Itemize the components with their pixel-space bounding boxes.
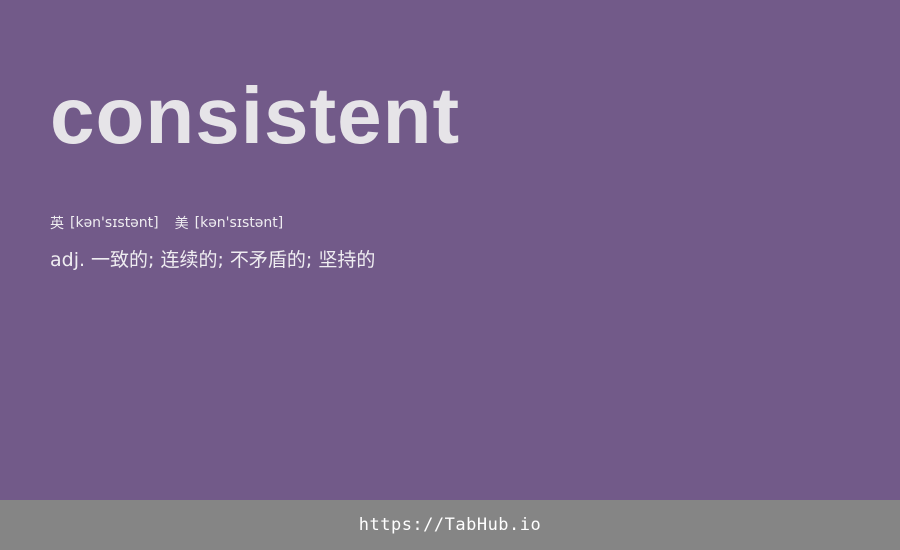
pronunciation-uk-ipa: [kən'sɪstənt] <box>70 215 159 231</box>
footer-bar: https://TabHub.io <box>0 500 900 550</box>
pronunciation-us-region: 美 <box>174 216 189 232</box>
part-of-speech: adj. <box>50 249 86 271</box>
pronunciation-uk-region: 英 <box>50 216 64 232</box>
definition-meanings: 一致的; 连续的; 不矛盾的; 坚持的 <box>91 249 376 271</box>
word-card: consistent 英 [kən'sɪstənt] 美 [kən'sɪstən… <box>0 0 900 500</box>
definition: adj. 一致的; 连续的; 不矛盾的; 坚持的 <box>50 246 375 274</box>
pronunciation-uk: 英 [kən'sɪstənt] <box>50 213 159 233</box>
pronunciation-us-ipa: [kən'sɪstənt] <box>194 215 284 231</box>
pronunciation-row: 英 [kən'sɪstənt] 美 [kən'sɪstənt] <box>50 213 283 233</box>
headword: consistent <box>50 71 461 160</box>
tabhub-link[interactable]: https://TabHub.io <box>359 515 542 535</box>
pronunciation-us: 美 [kən'sɪstənt] <box>175 213 284 233</box>
